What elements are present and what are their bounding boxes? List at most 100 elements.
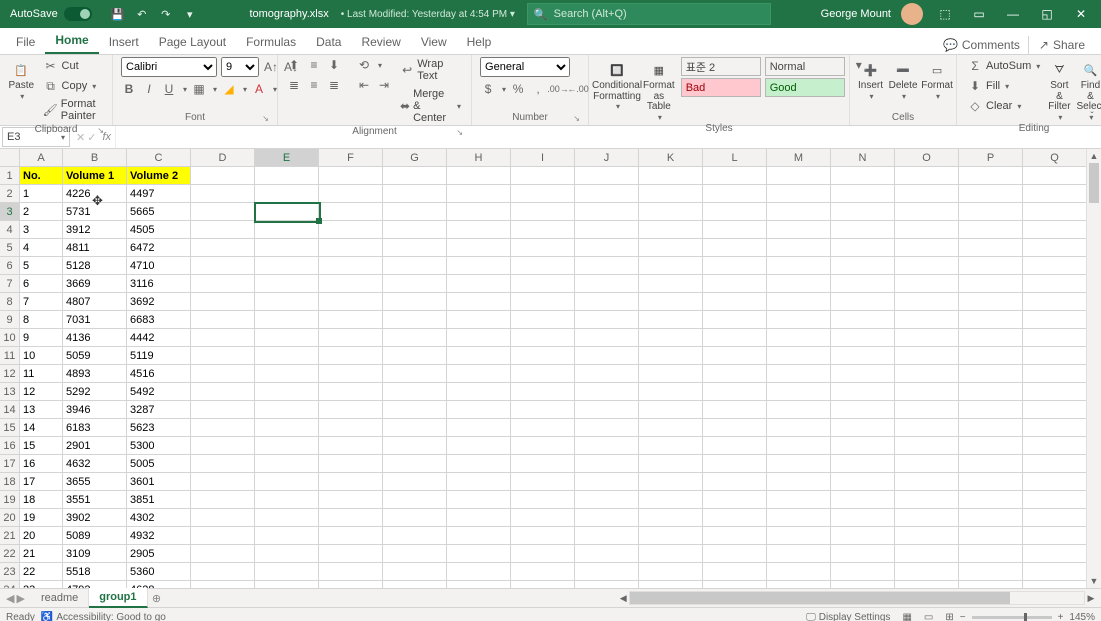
- accessibility-status[interactable]: ♿Accessibility: Good to go: [35, 612, 172, 621]
- cell-H21[interactable]: [447, 527, 511, 545]
- col-header-A[interactable]: A: [20, 149, 63, 167]
- copy-button[interactable]: ⧉Copy▾: [41, 77, 104, 95]
- cell-A3[interactable]: 2: [20, 203, 63, 221]
- cell-Q6[interactable]: [1023, 257, 1087, 275]
- cell-L5[interactable]: [703, 239, 767, 257]
- cell-G16[interactable]: [383, 437, 447, 455]
- cell-E20[interactable]: [255, 509, 319, 527]
- view-normal-icon[interactable]: ▦: [896, 612, 917, 621]
- cell-G17[interactable]: [383, 455, 447, 473]
- cell-F12[interactable]: [319, 365, 383, 383]
- cell-G7[interactable]: [383, 275, 447, 293]
- cell-H10[interactable]: [447, 329, 511, 347]
- row-header-5[interactable]: 5: [0, 239, 20, 257]
- cell-D1[interactable]: [191, 167, 255, 185]
- qat-more-icon[interactable]: ▾: [180, 4, 200, 24]
- cell-L15[interactable]: [703, 419, 767, 437]
- cell-Q2[interactable]: [1023, 185, 1087, 203]
- cell-P24[interactable]: [959, 581, 1023, 588]
- align-left-icon[interactable]: ≣: [286, 77, 302, 93]
- cell-F15[interactable]: [319, 419, 383, 437]
- search-box[interactable]: 🔍 Search (Alt+Q): [527, 3, 771, 25]
- cell-Q4[interactable]: [1023, 221, 1087, 239]
- cell-N6[interactable]: [831, 257, 895, 275]
- cell-L16[interactable]: [703, 437, 767, 455]
- cell-L7[interactable]: [703, 275, 767, 293]
- format-painter-button[interactable]: 🖌Format Painter: [41, 97, 104, 123]
- cell-K1[interactable]: [639, 167, 703, 185]
- cell-D2[interactable]: [191, 185, 255, 203]
- cell-M10[interactable]: [767, 329, 831, 347]
- cell-Q7[interactable]: [1023, 275, 1087, 293]
- cell-B6[interactable]: 5128: [63, 257, 127, 275]
- cell-F6[interactable]: [319, 257, 383, 275]
- cell-J7[interactable]: [575, 275, 639, 293]
- col-header-G[interactable]: G: [383, 149, 447, 167]
- cell-L8[interactable]: [703, 293, 767, 311]
- cell-M13[interactable]: [767, 383, 831, 401]
- cell-O7[interactable]: [895, 275, 959, 293]
- cell-C1[interactable]: Volume 2: [127, 167, 191, 185]
- cell-N12[interactable]: [831, 365, 895, 383]
- cell-L24[interactable]: [703, 581, 767, 588]
- cell-L14[interactable]: [703, 401, 767, 419]
- cell-O10[interactable]: [895, 329, 959, 347]
- cell-C13[interactable]: 5492: [127, 383, 191, 401]
- cell-J16[interactable]: [575, 437, 639, 455]
- cell-O12[interactable]: [895, 365, 959, 383]
- cell-M1[interactable]: [767, 167, 831, 185]
- cell-O6[interactable]: [895, 257, 959, 275]
- cell-D7[interactable]: [191, 275, 255, 293]
- cell-C18[interactable]: 3601: [127, 473, 191, 491]
- cell-I5[interactable]: [511, 239, 575, 257]
- cell-K13[interactable]: [639, 383, 703, 401]
- cell-A11[interactable]: 10: [20, 347, 63, 365]
- cell-B13[interactable]: 5292: [63, 383, 127, 401]
- cell-E10[interactable]: [255, 329, 319, 347]
- share-button[interactable]: ↗Share: [1028, 36, 1095, 54]
- cell-L11[interactable]: [703, 347, 767, 365]
- cell-N8[interactable]: [831, 293, 895, 311]
- cell-P13[interactable]: [959, 383, 1023, 401]
- row-header-8[interactable]: 8: [0, 293, 20, 311]
- sort-filter-button[interactable]: ᗊSort & Filter▾: [1048, 57, 1070, 122]
- cell-H6[interactable]: [447, 257, 511, 275]
- cell-Q20[interactable]: [1023, 509, 1087, 527]
- cell-D9[interactable]: [191, 311, 255, 329]
- window-close-icon[interactable]: ✕: [1069, 4, 1093, 24]
- cell-P16[interactable]: [959, 437, 1023, 455]
- cell-C2[interactable]: 4497: [127, 185, 191, 203]
- cell-P7[interactable]: [959, 275, 1023, 293]
- cell-H23[interactable]: [447, 563, 511, 581]
- row-header-2[interactable]: 2: [0, 185, 20, 203]
- cell-I4[interactable]: [511, 221, 575, 239]
- cell-Q22[interactable]: [1023, 545, 1087, 563]
- row-header-17[interactable]: 17: [0, 455, 20, 473]
- new-sheet-button[interactable]: ⊕: [148, 592, 166, 605]
- row-header-9[interactable]: 9: [0, 311, 20, 329]
- cell-H4[interactable]: [447, 221, 511, 239]
- col-header-J[interactable]: J: [575, 149, 639, 167]
- cell-style-normal[interactable]: Normal: [765, 57, 845, 76]
- cell-G6[interactable]: [383, 257, 447, 275]
- col-header-P[interactable]: P: [959, 149, 1023, 167]
- cell-P14[interactable]: [959, 401, 1023, 419]
- cell-F10[interactable]: [319, 329, 383, 347]
- orientation-icon[interactable]: ⟲: [356, 57, 372, 73]
- cell-O16[interactable]: [895, 437, 959, 455]
- cell-M2[interactable]: [767, 185, 831, 203]
- cell-Q11[interactable]: [1023, 347, 1087, 365]
- cell-K3[interactable]: [639, 203, 703, 221]
- cell-G19[interactable]: [383, 491, 447, 509]
- format-cells-button[interactable]: ▭Format▾: [923, 57, 951, 101]
- cell-style-1[interactable]: 표준 2: [681, 57, 761, 76]
- cell-F17[interactable]: [319, 455, 383, 473]
- tab-insert[interactable]: Insert: [99, 31, 149, 54]
- col-header-Q[interactable]: Q: [1023, 149, 1087, 167]
- cell-C14[interactable]: 3287: [127, 401, 191, 419]
- cell-G5[interactable]: [383, 239, 447, 257]
- cell-B20[interactable]: 3902: [63, 509, 127, 527]
- cell-O3[interactable]: [895, 203, 959, 221]
- cell-Q15[interactable]: [1023, 419, 1087, 437]
- cell-H2[interactable]: [447, 185, 511, 203]
